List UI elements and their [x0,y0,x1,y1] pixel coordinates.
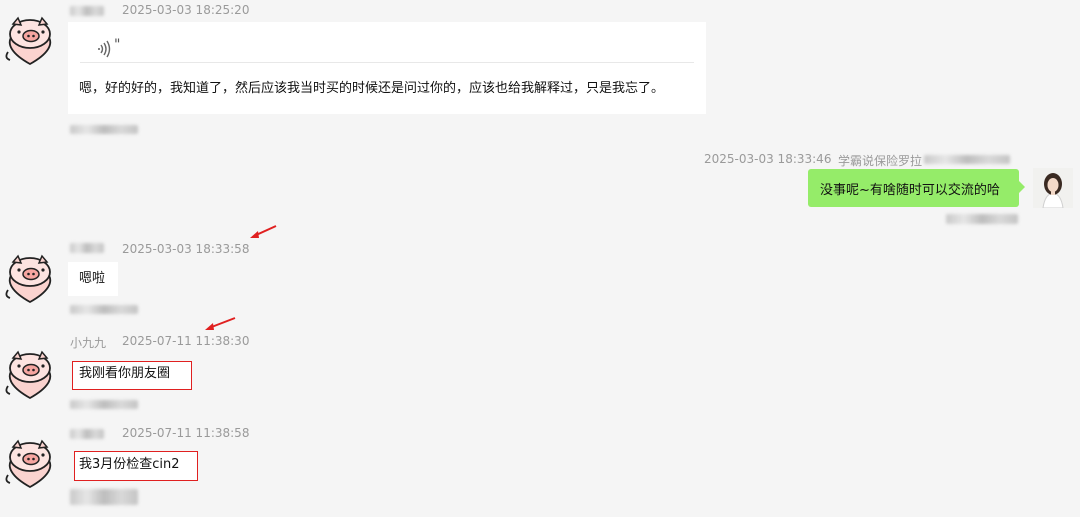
pig-avatar-icon[interactable] [2,346,58,402]
red-arrow-icon [250,225,277,238]
status-blurred [70,489,138,505]
voice-wave-icon [98,40,111,58]
sender-name: 学霸说保险罗拉 [838,154,923,168]
message-bubble-highlighted[interactable]: 我刚看你朋友圈 [72,361,192,390]
status-blurred [70,400,138,409]
sender-name-blurred [70,429,104,439]
red-arrow-icon [205,317,236,330]
message-text: 嗯啦 [79,271,106,286]
message-bubble-outgoing[interactable]: 没事呢~有啥随时可以交流的哈 [808,169,1025,207]
sender-name-blurred [70,6,104,16]
pig-avatar-icon[interactable] [2,435,58,491]
message-bubble[interactable]: 嗯啦 [68,262,118,296]
message-time: 2025-07-11 11:38:30 [122,334,250,348]
message-time: 2025-03-03 18:33:46 [704,152,832,166]
message-text: 嗯，好的好的，我知道了，然后应该我当时买的时候还是问过你的，应该也给我解释过，只… [79,81,665,96]
message-bubble[interactable]: " 嗯，好的好的，我知道了，然后应该我当时买的时候还是问过你的，应该也给我解释过… [68,22,706,114]
message-text: 我刚看你朋友圈 [79,366,171,381]
status-blurred [946,214,1018,224]
pig-avatar-icon[interactable] [2,250,58,306]
status-blurred [70,305,138,314]
message-text: 没事呢~有啥随时可以交流的哈 [820,183,1000,198]
sender-name-blurred [924,155,1010,164]
voice-mark: " [114,37,121,53]
message-text: 我3月份检查cin2 [79,457,180,472]
message-time: 2025-07-11 11:38:58 [122,426,250,440]
message-bubble-highlighted[interactable]: 我3月份检查cin2 [74,451,198,481]
message-time: 2025-03-03 18:25:20 [122,3,250,17]
voice-message[interactable]: " [80,32,694,63]
woman-photo-avatar[interactable] [1033,168,1073,208]
sender-name: 小九九 [70,336,107,350]
status-blurred [70,125,138,134]
message-time: 2025-03-03 18:33:58 [122,242,250,256]
pig-avatar-icon[interactable] [2,12,58,68]
sender-name-blurred [70,243,104,253]
